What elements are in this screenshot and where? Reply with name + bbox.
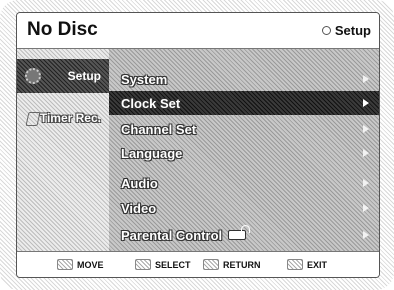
menu-item-language[interactable]: Language	[109, 141, 379, 165]
guide-select: SELECT	[135, 259, 191, 270]
menu-item-label: Audio	[121, 175, 158, 191]
arrow-right-icon	[363, 99, 369, 107]
menu-item-video[interactable]: Video	[109, 196, 379, 220]
guide-exit: EXIT	[287, 259, 327, 270]
header-bar: No Disc Setup	[17, 13, 379, 49]
menu-item-system[interactable]: System	[109, 67, 379, 91]
arrow-right-icon	[363, 231, 369, 239]
guide-move-label: MOVE	[77, 259, 104, 270]
sidebar-item-label: Setup	[67, 69, 101, 83]
arrow-right-icon	[363, 149, 369, 157]
menu-item-label: Channel Set	[121, 121, 197, 137]
setup-menu-list: System Clock Set Channel Set Language Au…	[109, 49, 379, 251]
guide-select-label: SELECT	[155, 259, 191, 270]
guide-return: RETURN	[203, 259, 261, 270]
return-button-icon	[203, 259, 219, 270]
header-section-label: Setup	[321, 23, 371, 38]
guide-return-label: RETURN	[223, 259, 261, 270]
arrow-right-icon	[363, 75, 369, 83]
menu-item-channel-set[interactable]: Channel Set	[109, 117, 379, 141]
lock-icon	[228, 225, 251, 240]
select-button-icon	[135, 259, 151, 270]
tv-bezel: No Disc Setup Setup Timer Rec. System Cl…	[0, 0, 394, 290]
move-button-icon	[57, 259, 73, 270]
menu-item-label: Clock Set	[121, 95, 181, 111]
menu-item-label: System	[121, 71, 168, 87]
menu-item-label: Language	[121, 145, 183, 161]
gear-icon	[25, 68, 41, 84]
setup-menu-screen: No Disc Setup Setup Timer Rec. System Cl…	[16, 12, 380, 278]
disc-status-title: No Disc	[27, 19, 98, 40]
arrow-right-icon	[363, 204, 369, 212]
menu-item-parental-control[interactable]: Parental Control	[109, 223, 379, 247]
sidebar-item-label: Timer Rec.	[39, 111, 101, 125]
menu-item-clock-set[interactable]: Clock Set	[109, 91, 379, 115]
sidebar-item-setup[interactable]: Setup	[17, 59, 109, 93]
sidebar-item-timer-rec[interactable]: Timer Rec.	[17, 101, 109, 135]
menu-body: Setup Timer Rec. System Clock Set Channe	[17, 49, 379, 251]
exit-button-icon	[287, 259, 303, 270]
menu-item-audio[interactable]: Audio	[109, 171, 379, 195]
button-guide-bar: MOVE SELECT RETURN EXIT	[17, 251, 379, 277]
menu-item-label: Parental Control	[121, 227, 223, 243]
guide-move: MOVE	[57, 259, 104, 270]
ring-icon	[321, 26, 331, 35]
arrow-right-icon	[363, 125, 369, 133]
timer-rec-icon	[25, 108, 39, 128]
arrow-right-icon	[363, 179, 369, 187]
guide-exit-label: EXIT	[307, 259, 328, 270]
sidebar: Setup Timer Rec.	[17, 49, 109, 251]
menu-item-label: Video	[121, 200, 157, 216]
header-section-text: Setup	[334, 23, 371, 38]
